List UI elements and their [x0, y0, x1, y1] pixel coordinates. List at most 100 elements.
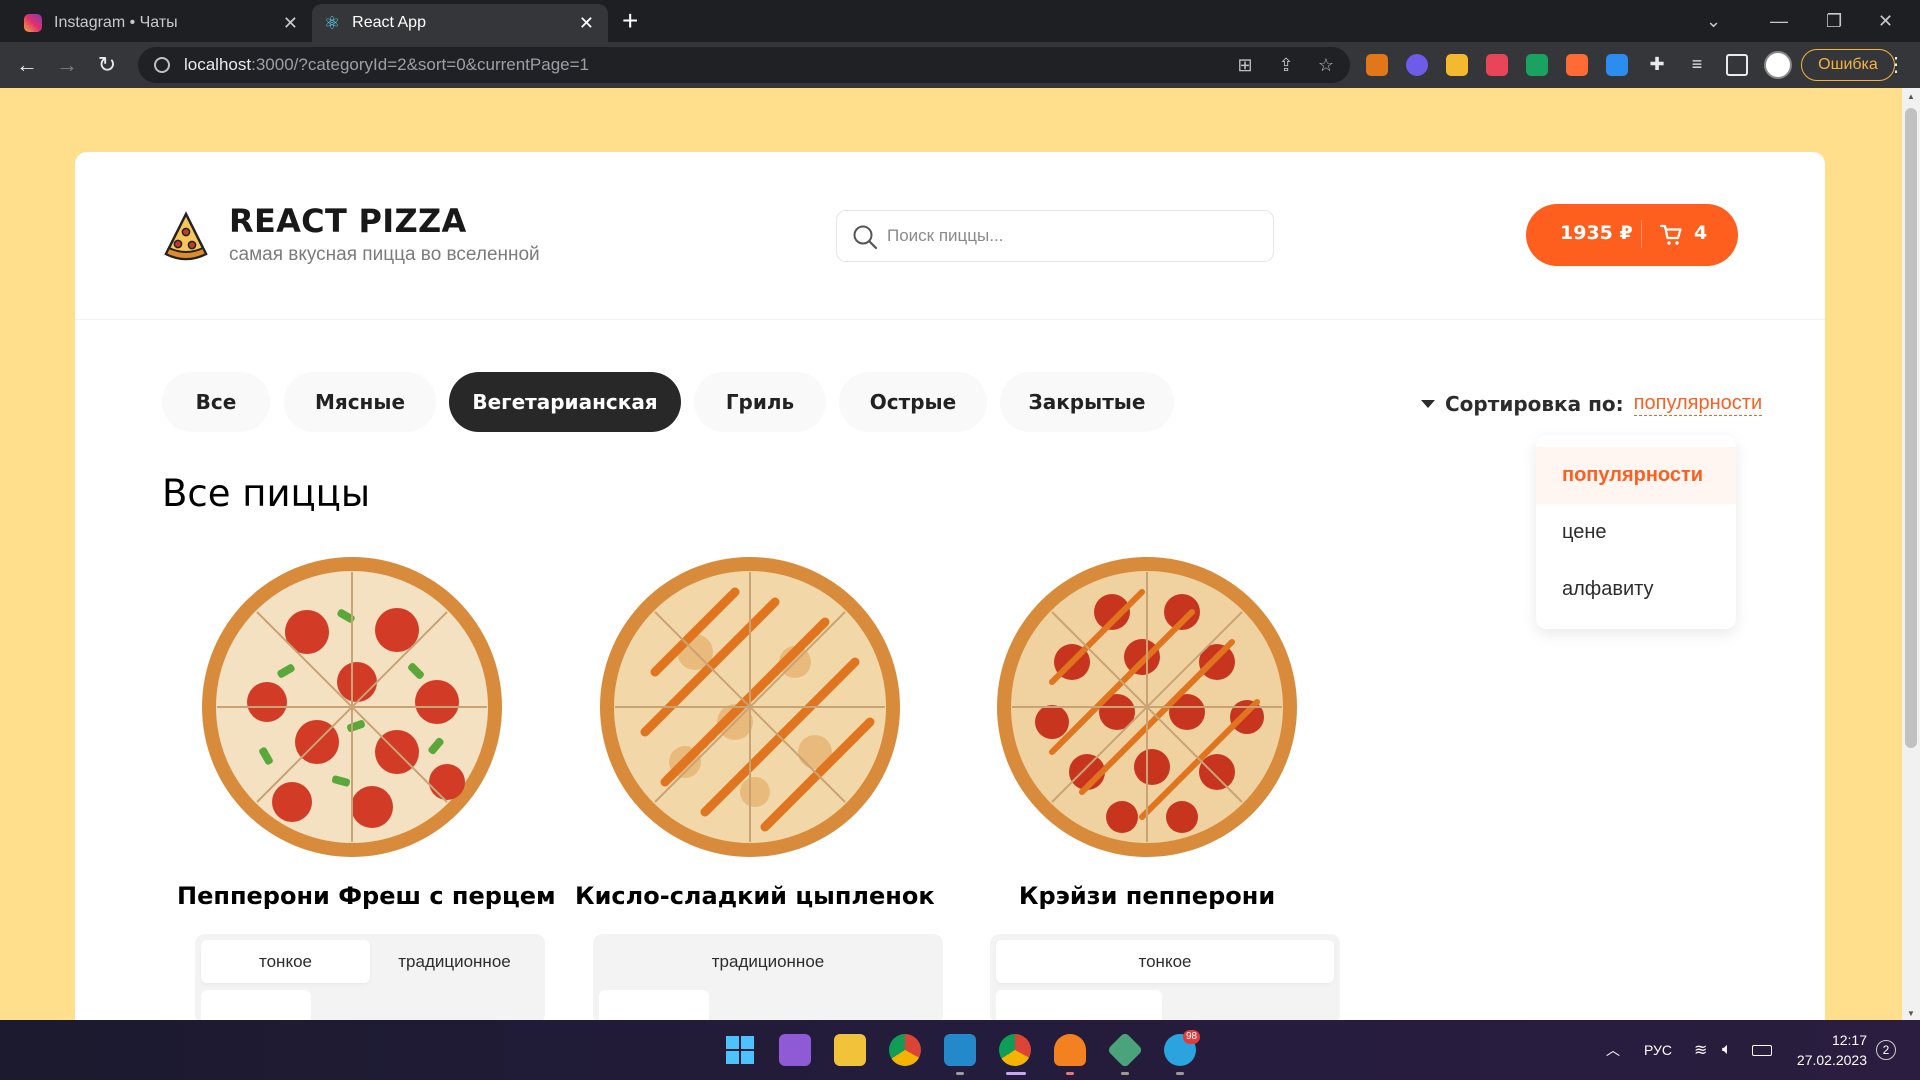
extensions-puzzle-icon[interactable]: ✚ [1646, 54, 1668, 76]
browser-menu-icon[interactable]: ⋮ [1886, 52, 1906, 77]
chrome-profile-icon[interactable] [999, 1034, 1031, 1066]
windows-start-icon[interactable] [724, 1034, 756, 1066]
pizza-image[interactable] [197, 552, 507, 862]
sort-label: Сортировка по: [1445, 392, 1624, 416]
url-path: :3000/?categoryId=2&sort=0&currentPage=1 [251, 55, 589, 74]
translate-icon[interactable]: ⊞ [1233, 53, 1257, 77]
active-indicator [1006, 1072, 1026, 1075]
browser-error-button[interactable]: Ошибка [1801, 49, 1895, 81]
cart-item-count: 4 [1694, 222, 1708, 244]
metamask-extension-icon[interactable] [1366, 54, 1388, 76]
app-card: REACT PIZZA самая вкусная пицца во вселе… [75, 152, 1825, 1052]
new-tab-button[interactable]: + [622, 6, 638, 36]
side-panel-icon[interactable] [1726, 54, 1748, 76]
pizza-card: Крэйзи пепперони тонкое [972, 552, 1340, 1030]
minimize-button[interactable]: — [1770, 0, 1788, 42]
bookmark-star-icon[interactable]: ☆ [1314, 53, 1338, 77]
instagram-icon [24, 14, 42, 32]
telegram-badge: 98 [1183, 1030, 1201, 1044]
running-indicator [1121, 1072, 1129, 1075]
category-meat[interactable]: Мясные [284, 372, 436, 432]
extension-icon[interactable] [1486, 54, 1508, 76]
pizza-name: Крэйзи пепперони [1018, 882, 1276, 910]
pizza-card: Кисло-сладкий цыпленок традиционное [575, 552, 943, 1030]
close-window-button[interactable]: ✕ [1878, 0, 1893, 42]
pizza-image[interactable] [992, 552, 1302, 862]
chrome-icon[interactable] [889, 1034, 921, 1066]
sort-option-alphabet[interactable]: алфавиту [1536, 561, 1736, 618]
share-icon[interactable]: ⇪ [1274, 53, 1298, 77]
url-host: localhost [184, 55, 252, 74]
browser-toolbar: ← → ↻ localhost:3000/?categoryId=2&sort=… [0, 42, 1920, 88]
file-explorer-icon[interactable] [834, 1034, 866, 1066]
category-closed[interactable]: Закрытые [1000, 372, 1174, 432]
sort-option-popularity[interactable]: популярности [1536, 447, 1736, 504]
extension-icon[interactable] [1606, 54, 1628, 76]
dough-type-option[interactable]: тонкое [996, 940, 1334, 983]
clock-time: 12:17 [1831, 1032, 1867, 1048]
tab-react-app[interactable]: ⚛ React App ✕ [312, 4, 608, 42]
media-control-icon[interactable]: ≡ [1686, 54, 1708, 76]
extension-icon[interactable] [1526, 54, 1548, 76]
category-vegetarian[interactable]: Вегетарианская [449, 372, 681, 432]
page-scrollbar[interactable]: ▲ ▼ [1902, 88, 1920, 1020]
pizza-card: Пепперони Фреш с перцем тонкое традицион… [177, 552, 556, 1030]
browser-tab-strip: Instagram • Чаты ✕ ⚛ React App ✕ + ⌄ — ❐… [0, 0, 1920, 42]
cart-divider [1641, 220, 1642, 248]
scrollbar-thumb[interactable] [1905, 108, 1917, 748]
tab-instagram[interactable]: Instagram • Чаты ✕ [12, 4, 312, 42]
clock-date: 27.02.2023 [1796, 1052, 1867, 1068]
scroll-up-icon[interactable]: ▲ [1907, 92, 1915, 101]
close-tab-icon[interactable]: ✕ [283, 13, 298, 34]
pizza-type-selector: тонкое традиционное [195, 934, 545, 1030]
pizza-name: Пепперони Фреш с перцем [177, 882, 556, 910]
category-all[interactable]: Все [162, 372, 270, 432]
binance-extension-icon[interactable] [1446, 54, 1468, 76]
cloudflare-icon[interactable] [1054, 1034, 1086, 1066]
wifi-icon[interactable]: ≋ [1694, 1020, 1707, 1080]
dough-type-option[interactable]: традиционное [599, 940, 937, 983]
show-hidden-icons[interactable]: ︿ [1606, 1020, 1620, 1080]
vscode-icon[interactable] [944, 1034, 976, 1066]
running-indicator [956, 1072, 964, 1075]
scroll-down-icon[interactable]: ▼ [1907, 1009, 1915, 1018]
back-button[interactable]: ← [12, 50, 42, 80]
pizza-name: Кисло-сладкий цыпленок [575, 882, 935, 910]
sort-option-price[interactable]: цене [1536, 504, 1736, 561]
sort-arrow-icon[interactable] [1421, 400, 1435, 408]
system-clock[interactable]: 12:17 27.02.2023 [1795, 1030, 1867, 1070]
forward-button[interactable]: → [52, 50, 82, 80]
reload-button[interactable]: ↻ [92, 50, 122, 80]
cart-button[interactable]: 1935 ₽ 4 [1526, 204, 1738, 266]
pizza-logo-icon[interactable] [160, 210, 212, 262]
search-input[interactable] [887, 226, 1257, 246]
address-bar[interactable]: localhost:3000/?categoryId=2&sort=0&curr… [138, 47, 1350, 83]
volume-icon[interactable]: 🔈︎ [1722, 1020, 1732, 1080]
cart-icon [1660, 224, 1682, 245]
site-info-icon[interactable] [154, 57, 170, 73]
pizza-image[interactable] [595, 552, 905, 862]
tab-search-icon[interactable]: ⌄ [1706, 0, 1721, 42]
sort-selected-value[interactable]: популярности [1633, 392, 1763, 416]
tab-title: React App [352, 14, 426, 31]
close-tab-icon[interactable]: ✕ [579, 13, 594, 34]
notification-badge[interactable]: 2 [1876, 1040, 1896, 1060]
extension-icon[interactable] [1406, 54, 1428, 76]
restore-button[interactable]: ❐ [1826, 0, 1842, 42]
site-header: REACT PIZZA самая вкусная пицца во вселе… [75, 152, 1825, 320]
section-title: Все пиццы [162, 472, 371, 515]
dough-type-option[interactable]: тонкое [201, 940, 370, 983]
tab-title: Instagram • Чаты [54, 14, 178, 31]
dough-type-option[interactable]: традиционное [370, 940, 539, 983]
brand-title[interactable]: REACT PIZZA [229, 202, 467, 240]
visual-studio-icon[interactable] [779, 1034, 811, 1066]
category-grill[interactable]: Гриль [694, 372, 826, 432]
profile-avatar[interactable] [1764, 51, 1792, 79]
battery-icon[interactable] [1752, 1020, 1772, 1080]
pizza-type-selector: тонкое [990, 934, 1340, 1030]
pizza-type-selector: традиционное [593, 934, 943, 1030]
extension-icon[interactable] [1566, 54, 1588, 76]
language-indicator[interactable]: РУС [1644, 1020, 1672, 1080]
sourcetree-icon[interactable] [1106, 1031, 1144, 1069]
category-spicy[interactable]: Острые [839, 372, 987, 432]
